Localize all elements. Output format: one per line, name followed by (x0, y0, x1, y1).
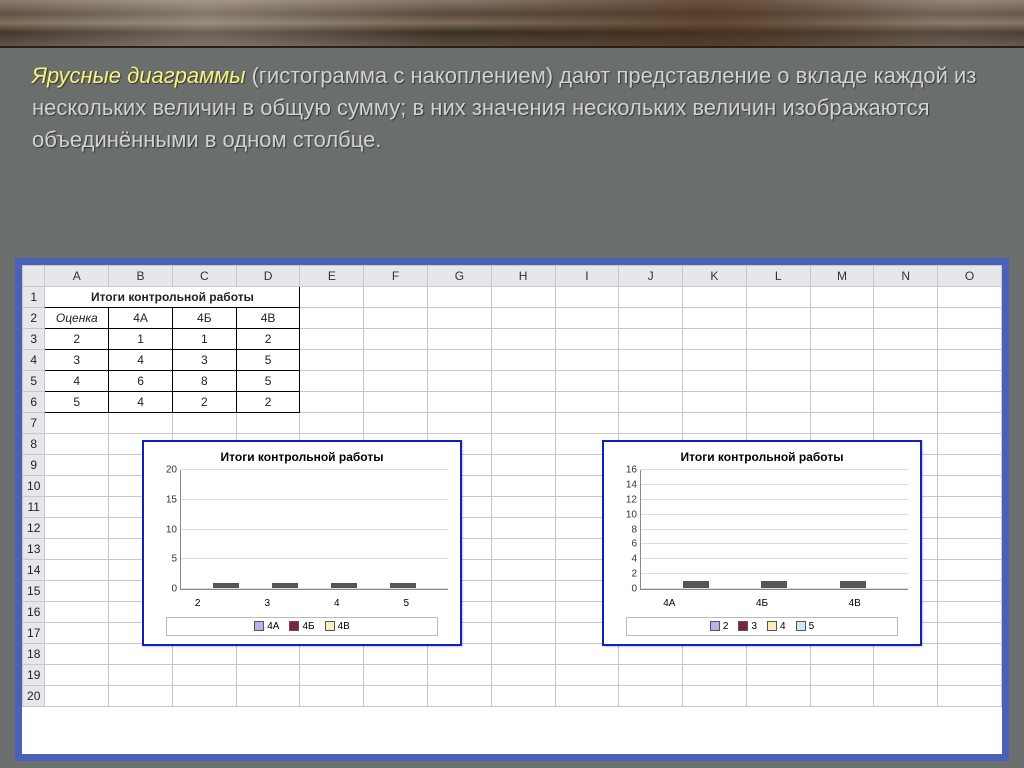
chart-right: Итоги контрольной работы 0246810121416 4… (602, 440, 922, 646)
chart-left: Итоги контрольной работы 05101520 2345 4… (142, 440, 462, 646)
decorative-header-band (0, 0, 1024, 48)
chart-title: Итоги контрольной работы (144, 450, 460, 464)
x-axis-labels: 4А4Б4В (604, 594, 920, 615)
chart-title: Итоги контрольной работы (604, 450, 920, 464)
chart-legend: 4А4Б4В (166, 617, 438, 636)
chart-legend: 2345 (626, 617, 898, 636)
x-axis-labels: 2345 (144, 594, 460, 615)
chart-plot-area: 0246810121416 (640, 470, 908, 590)
spreadsheet-frame: ABCDEFGHIJKLMNO1Итоги контрольной работы… (15, 258, 1009, 761)
highlight-term: Ярусные диаграммы (32, 63, 245, 88)
slide-description: Ярусные диаграммы (гистограмма с накопле… (32, 60, 994, 156)
chart-plot-area: 05101520 (180, 470, 448, 590)
spreadsheet-area: ABCDEFGHIJKLMNO1Итоги контрольной работы… (22, 265, 1002, 754)
